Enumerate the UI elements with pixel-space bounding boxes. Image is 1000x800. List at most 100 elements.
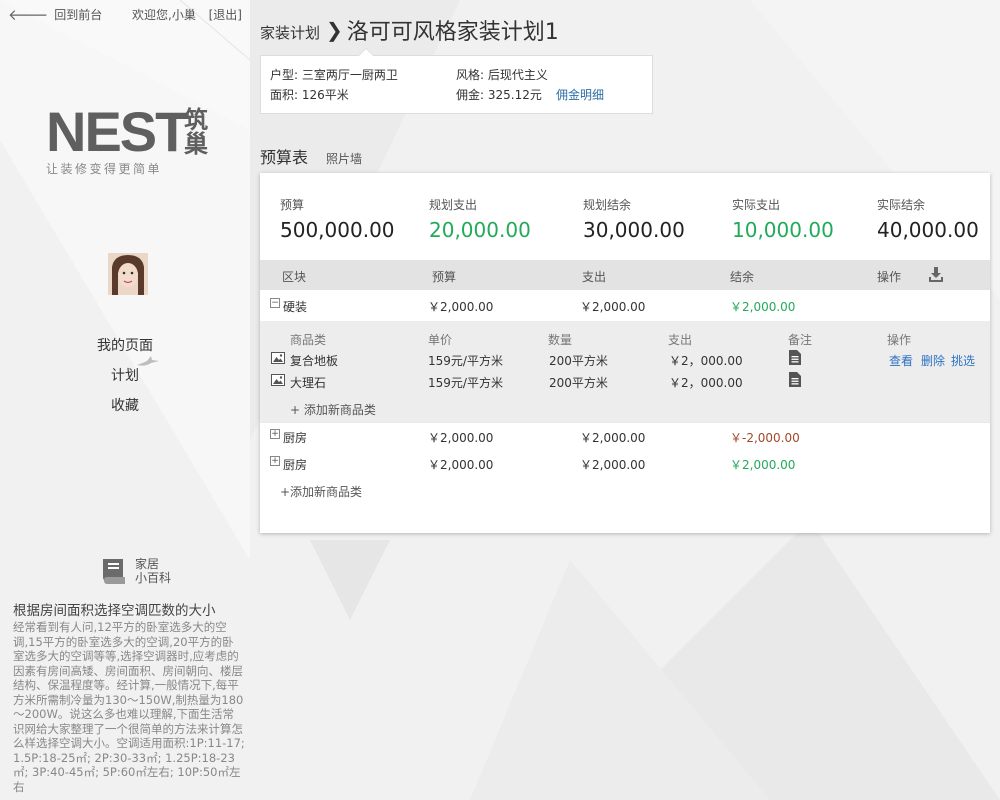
item-name: 复合地板 (290, 354, 339, 368)
row-spent: ￥2,000.00 (580, 431, 646, 445)
chevron-right-icon: ❯ (326, 18, 343, 42)
note-icon[interactable] (789, 372, 801, 387)
table-header: 区块 预算 支出 结余 操作 (260, 260, 990, 290)
welcome-text: 欢迎您,小巢 (132, 8, 196, 22)
layout-label: 户型: (270, 68, 299, 82)
summary-budget: 预算 500,000.00 (280, 196, 395, 242)
back-to-frontend-link[interactable]: 🡐 回到前台 (8, 6, 102, 23)
nav-item-plan[interactable]: 计划 (0, 366, 250, 396)
header-balance: 结余 (730, 270, 755, 284)
header-section: 区块 (282, 270, 307, 284)
style-label: 风格: (456, 68, 485, 82)
item-quantity: 200平方米 (549, 376, 608, 390)
sub-header-note: 备注 (788, 333, 813, 347)
sidebar-nav: 我的页面 计划 收藏 (0, 336, 250, 426)
item-quantity: 200平方米 (549, 354, 608, 368)
summary-actual-spend: 实际支出 10,000.00 (732, 196, 834, 242)
sub-header-actions: 操作 (887, 333, 912, 347)
logout-link[interactable]: [退出] (209, 6, 242, 23)
collapse-toggle[interactable]: − (270, 298, 280, 308)
back-link-label: 回到前台 (54, 8, 103, 22)
summary-label: 实际支出 (732, 198, 781, 212)
row-balance: ￥-2,000.00 (730, 431, 800, 445)
tab-budget[interactable]: 预算表 (260, 144, 308, 168)
summary-actual-balance: 实际结余 40,000.00 (877, 196, 979, 242)
row-balance: ￥2,000.00 (730, 458, 796, 472)
style-info: 风格: 后现代主义 (456, 66, 548, 83)
breadcrumb-parent[interactable]: 家装计划 (260, 22, 320, 43)
table-row[interactable]: + 厨房 ￥2,000.00 ￥2,000.00 ￥-2,000.00 (260, 421, 990, 451)
image-icon (271, 374, 285, 386)
header-actions: 操作 (877, 270, 902, 284)
table-row[interactable]: + 厨房 ￥2,000.00 ￥2,000.00 ￥2,000.00 (260, 448, 990, 478)
expand-toggle[interactable]: + (270, 429, 280, 439)
download-icon[interactable] (928, 266, 944, 282)
encyclopedia-label: 家居 小百科 (135, 557, 185, 585)
commission-info: 佣金: 325.12元 (456, 86, 542, 103)
area-info: 面积: 126平米 (270, 86, 349, 103)
row-name: 厨房 (283, 458, 308, 472)
row-balance: ￥2,000.00 (730, 300, 796, 314)
encyclopedia-label-1: 家居 (135, 557, 160, 571)
view-button[interactable]: 查看 (889, 352, 913, 369)
sidebar: 🡐 回到前台 欢迎您,小巢 [退出] NEST 筑巢 让装修变得更简单 我的页面… (0, 0, 250, 800)
book-icon (103, 559, 125, 584)
style-value: 后现代主义 (487, 68, 548, 82)
tab-photo-wall[interactable]: 照片墙 (326, 150, 362, 168)
note-icon[interactable] (789, 350, 801, 365)
add-item-category-link[interactable]: + 添加新商品类 (290, 401, 376, 418)
summary-value: 40,000.00 (877, 218, 979, 242)
item-price: 159元/平方米 (428, 376, 503, 390)
summary-label: 实际结余 (877, 198, 926, 212)
article-body: 经常看到有人问,12平方的卧室选多大的空调,15平方的卧室选多大的空调,20平方… (13, 620, 245, 794)
list-item: 复合地板 159元/平方米 200平方米 ￥2，000.00 查看 删除 挑选 (260, 349, 990, 369)
item-name: 大理石 (290, 376, 327, 390)
layout-info: 户型: 三室两厅一厨两卫 (270, 66, 398, 83)
delete-button[interactable]: 删除 (921, 352, 945, 369)
sub-header-spent: 支出 (668, 333, 693, 347)
list-item: 大理石 159元/平方米 200平方米 ￥2，000.00 (260, 371, 990, 391)
nav-item-favorites[interactable]: 收藏 (0, 396, 250, 426)
commission-detail-link[interactable]: 佣金明细 (556, 86, 604, 103)
row-name: 硬装 (283, 300, 308, 314)
logo-wordmark: NEST (46, 100, 189, 163)
summary-label: 规划支出 (429, 198, 478, 212)
summary-label: 规划结余 (583, 198, 632, 212)
sub-header-quantity: 数量 (548, 333, 573, 347)
main-content: 家装计划 ❯ 洛可可风格家装计划1 户型: 三室两厅一厨两卫 风格: 后现代主义… (260, 0, 990, 800)
sub-header-price: 单价 (428, 333, 453, 347)
bird-icon (137, 356, 159, 366)
back-arrow-icon: 🡐 (8, 5, 49, 24)
summary-value: 20,000.00 (429, 218, 531, 242)
view-tabs: 预算表 照片墙 (260, 144, 362, 168)
area-value: 126平米 (301, 88, 349, 102)
article-title[interactable]: 根据房间面积选择空调匹数的大小 (13, 599, 245, 619)
table-row[interactable]: − 硬装 ￥2,000.00 ￥2,000.00 ￥2,000.00 (260, 290, 990, 320)
summary-value: 30,000.00 (583, 218, 685, 242)
page-title: 洛可可风格家装计划1 (346, 20, 559, 45)
logo-tagline: 让装修变得更简单 (46, 162, 163, 176)
image-icon (271, 352, 285, 364)
avatar[interactable] (108, 253, 148, 295)
breadcrumb: 家装计划 ❯ 洛可可风格家装计划1 (260, 14, 559, 46)
add-category-link[interactable]: +添加新商品类 (280, 483, 362, 500)
area-label: 面积: (270, 88, 299, 102)
item-subtable: 商品类 单价 数量 支出 备注 操作 复合地板 159元/平方米 200平方米 … (260, 321, 990, 422)
commission-value: 325.12元 (487, 88, 542, 102)
expand-toggle[interactable]: + (270, 456, 280, 466)
item-price: 159元/平方米 (428, 354, 503, 368)
row-budget: ￥2,000.00 (428, 431, 494, 445)
top-bar: 🡐 回到前台 欢迎您,小巢 [退出] (8, 6, 244, 24)
nav-item-my-page[interactable]: 我的页面 (0, 336, 250, 366)
sub-header-category: 商品类 (290, 333, 327, 347)
summary-value: 10,000.00 (732, 218, 834, 242)
nest-logo: NEST 筑巢 让装修变得更简单 (46, 104, 222, 178)
select-button[interactable]: 挑选 (951, 352, 975, 369)
row-budget: ￥2,000.00 (428, 300, 494, 314)
encyclopedia-label-2: 小百科 (135, 571, 172, 585)
summary-value: 500,000.00 (280, 218, 395, 242)
item-spent: ￥2，000.00 (669, 376, 743, 390)
row-spent: ￥2,000.00 (580, 300, 646, 314)
summary-planned-spend: 规划支出 20,000.00 (429, 196, 531, 242)
header-spent: 支出 (582, 270, 607, 284)
